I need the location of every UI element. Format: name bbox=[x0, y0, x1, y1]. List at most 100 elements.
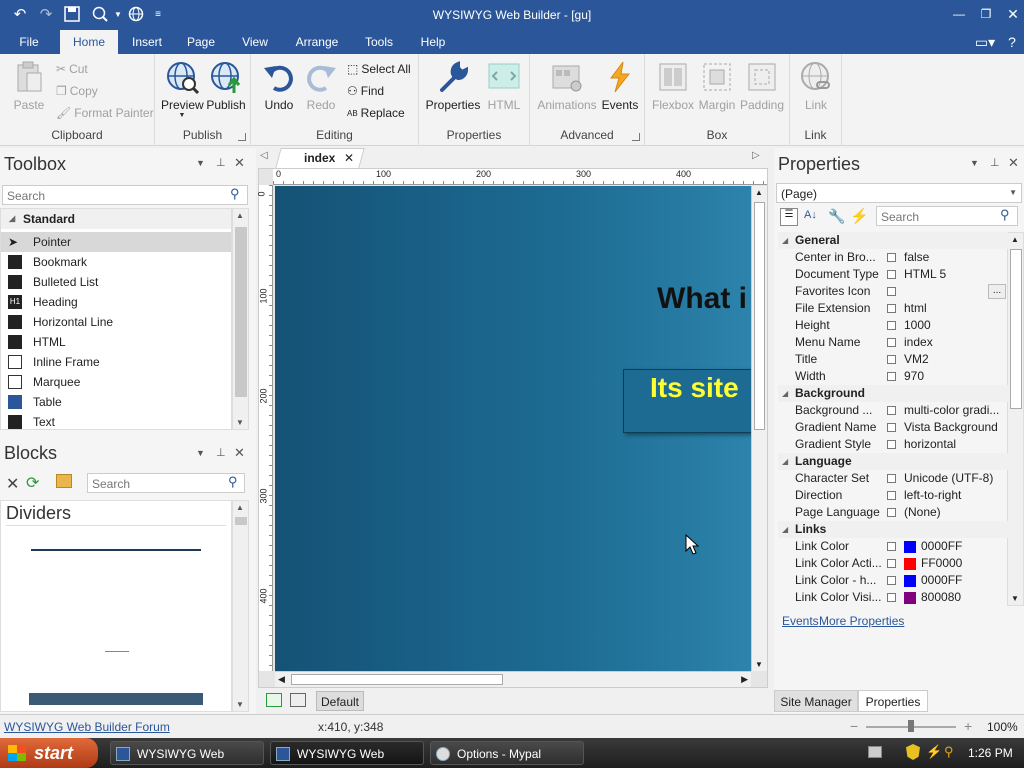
delete-block-icon[interactable]: ✕ bbox=[6, 474, 19, 494]
property-value[interactable]: 970 bbox=[904, 368, 1008, 385]
property-row[interactable]: Height 1000 bbox=[778, 317, 1008, 334]
zoom-out-button[interactable]: − bbox=[850, 718, 858, 734]
property-row[interactable]: File Extension html bbox=[778, 300, 1008, 317]
tab-file[interactable]: File bbox=[10, 30, 48, 54]
keyboard-icon[interactable] bbox=[868, 746, 882, 758]
tool-inline-frame[interactable]: Inline Frame bbox=[1, 352, 227, 372]
panel-menu-icon[interactable]: ▼ bbox=[970, 158, 979, 168]
publish-button[interactable]: Publish bbox=[205, 60, 247, 112]
wrench-icon[interactable]: 🔧 bbox=[828, 208, 845, 225]
property-checkbox[interactable] bbox=[887, 372, 896, 381]
property-row[interactable]: Page Language (None) bbox=[778, 504, 1008, 521]
minimize-button[interactable]: — bbox=[946, 4, 972, 24]
property-value[interactable]: horizontal bbox=[904, 436, 1008, 453]
tool-text[interactable]: Text bbox=[1, 412, 227, 430]
close-icon[interactable]: ✕ bbox=[234, 445, 245, 461]
property-checkbox[interactable] bbox=[887, 406, 896, 415]
margin-button[interactable]: Margin bbox=[697, 60, 737, 112]
browse-button[interactable]: ... bbox=[988, 284, 1006, 299]
property-checkbox[interactable] bbox=[887, 440, 896, 449]
select-all-button[interactable]: ⬚ Select All bbox=[347, 62, 411, 76]
category-language[interactable]: ◢ Language bbox=[778, 453, 1008, 470]
default-master-tab[interactable]: Default bbox=[316, 691, 364, 711]
cut-button[interactable]: ✂ Cut bbox=[56, 62, 88, 76]
property-row[interactable]: Link Color Acti... FF0000 bbox=[778, 555, 1008, 572]
property-value[interactable]: 1000 bbox=[904, 317, 1008, 334]
tab-view[interactable]: View bbox=[234, 30, 276, 54]
color-swatch[interactable] bbox=[904, 575, 916, 587]
property-row[interactable]: Title VM2 bbox=[778, 351, 1008, 368]
advanced-dialog-launcher[interactable] bbox=[632, 133, 640, 141]
toolbox-scrollbar[interactable]: ▲ ▼ bbox=[232, 208, 249, 430]
lightning-icon[interactable]: ⚡ bbox=[850, 207, 869, 225]
close-icon[interactable]: ✕ bbox=[1008, 155, 1019, 171]
property-checkbox[interactable] bbox=[887, 287, 896, 296]
object-selector[interactable]: (Page) ▼ bbox=[776, 183, 1022, 203]
property-checkbox[interactable] bbox=[887, 270, 896, 279]
canvas-vertical-scrollbar[interactable]: ▲ ▼ bbox=[751, 186, 767, 671]
property-value[interactable]: 0000FF bbox=[921, 572, 1024, 589]
panel-menu-icon[interactable]: ▼ bbox=[196, 158, 205, 168]
help-icon[interactable]: ? bbox=[1002, 30, 1022, 54]
properties-button[interactable]: Properties bbox=[425, 60, 481, 112]
tab-help[interactable]: Help bbox=[412, 30, 454, 54]
page-canvas[interactable]: What i Its site bbox=[275, 186, 751, 671]
toolbox-search-input[interactable]: Search bbox=[2, 185, 248, 205]
category-general[interactable]: ◢ General bbox=[778, 232, 1008, 249]
zoom-in-button[interactable]: + bbox=[964, 718, 972, 734]
property-row[interactable]: Center in Bro... false bbox=[778, 249, 1008, 266]
property-value[interactable]: HTML 5 bbox=[904, 266, 1008, 283]
restore-button[interactable]: ❐ bbox=[973, 4, 999, 24]
flexbox-button[interactable]: Flexbox bbox=[651, 60, 695, 112]
replace-button[interactable]: AB Replace bbox=[347, 106, 405, 120]
property-value[interactable]: left-to-right bbox=[904, 487, 1008, 504]
tool-bookmark[interactable]: Bookmark bbox=[1, 252, 227, 272]
undo-button[interactable]: Undo bbox=[259, 60, 299, 112]
page-settings-icon[interactable] bbox=[290, 693, 306, 707]
copy-button[interactable]: ❐ Copy bbox=[56, 84, 98, 98]
network-icon[interactable]: ⚡ bbox=[926, 744, 942, 760]
property-checkbox[interactable] bbox=[887, 508, 896, 517]
tool-bulleted-list[interactable]: Bulleted List bbox=[1, 272, 227, 292]
tool-heading[interactable]: H1 Heading bbox=[1, 292, 227, 312]
forum-link[interactable]: WYSIWYG Web Builder Forum bbox=[4, 720, 170, 734]
property-row[interactable]: Background ... multi-color gradi... bbox=[778, 402, 1008, 419]
tab-page[interactable]: Page bbox=[180, 30, 222, 54]
property-checkbox[interactable] bbox=[887, 321, 896, 330]
property-value[interactable]: FF0000 bbox=[921, 555, 1024, 572]
design-canvas[interactable]: 0 100 200 300 400 0 100 200 300 400 What… bbox=[257, 168, 768, 688]
tool-horizontal-line[interactable]: Horizontal Line bbox=[1, 312, 227, 332]
panel-menu-icon[interactable]: ▼ bbox=[196, 448, 205, 458]
close-tab-icon[interactable]: ✕ bbox=[344, 151, 354, 165]
property-value[interactable]: 800080 bbox=[921, 589, 1024, 606]
property-checkbox[interactable] bbox=[887, 355, 896, 364]
property-checkbox[interactable] bbox=[887, 253, 896, 262]
tool-pointer[interactable]: ➤ Pointer bbox=[1, 232, 231, 252]
link-button[interactable]: Link bbox=[796, 60, 836, 112]
property-value[interactable]: 0000FF bbox=[921, 538, 1024, 555]
property-checkbox[interactable] bbox=[887, 491, 896, 500]
close-button[interactable]: ✕ bbox=[1000, 4, 1024, 24]
property-row[interactable]: Document Type HTML 5 bbox=[778, 266, 1008, 283]
search-icon[interactable]: ⚲ bbox=[1000, 207, 1010, 223]
categorized-view-icon[interactable]: ☰ bbox=[780, 208, 798, 226]
property-checkbox[interactable] bbox=[887, 593, 896, 602]
refresh-icon[interactable]: ⟳ bbox=[26, 473, 39, 493]
tab-site-manager[interactable]: Site Manager bbox=[774, 690, 858, 712]
category-background[interactable]: ◢ Background bbox=[778, 385, 1008, 402]
tool-html[interactable]: HTML bbox=[1, 332, 227, 352]
pin-icon[interactable]: ⊥ bbox=[216, 156, 226, 169]
preview-button[interactable]: Preview ▼ bbox=[161, 60, 204, 119]
property-row[interactable]: Gradient Style horizontal bbox=[778, 436, 1008, 453]
shield-icon[interactable] bbox=[906, 744, 920, 760]
search-tray-icon[interactable]: ⚲ bbox=[944, 744, 954, 760]
property-value[interactable]: false bbox=[904, 249, 1008, 266]
color-swatch[interactable] bbox=[904, 558, 916, 570]
search-icon[interactable]: ⚲ bbox=[230, 186, 240, 202]
property-row[interactable]: Width 970 bbox=[778, 368, 1008, 385]
property-row[interactable]: Menu Name index bbox=[778, 334, 1008, 351]
search-icon[interactable]: ⚲ bbox=[228, 474, 238, 490]
tab-tools[interactable]: Tools bbox=[358, 30, 400, 54]
properties-search-input[interactable]: Search bbox=[876, 206, 1018, 226]
taskbar-button[interactable]: Options - Mypal bbox=[430, 741, 584, 765]
